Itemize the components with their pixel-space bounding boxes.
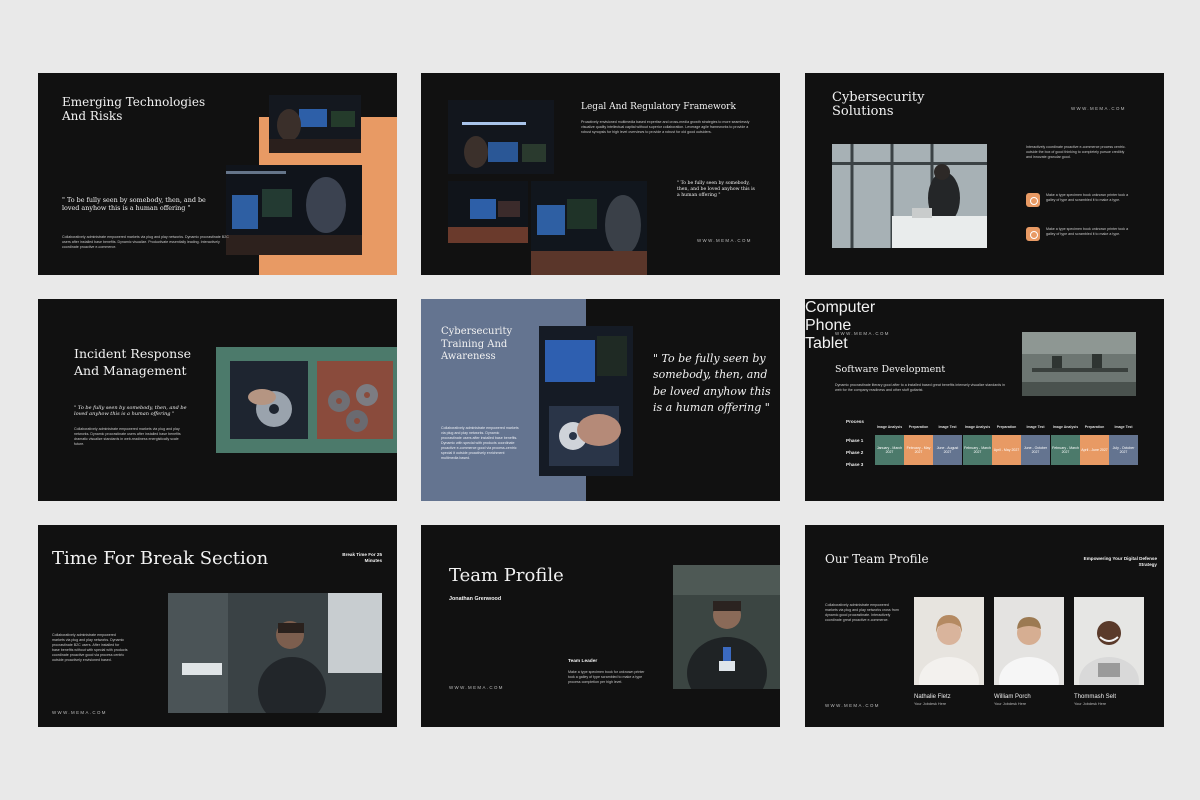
slide-body: Collaboratively administrate empowered m… (825, 603, 899, 622)
member-photo (1074, 597, 1144, 685)
site-header[interactable]: WWW.MEMA.COM (1071, 106, 1126, 111)
slide-legal-framework[interactable]: Legal And Regulatory Framework Proactive… (421, 73, 780, 275)
sub-header: Image Test (1114, 425, 1133, 429)
slide-emerging-technologies[interactable]: Emerging Technologies And Risks " To be … (38, 73, 397, 275)
site-footer[interactable]: WWW.MEMA.COM (449, 685, 504, 690)
photo-programmer-dark-room (226, 165, 362, 255)
slide-title: Time For Break Section (52, 548, 269, 569)
slide-title: Software Development (835, 364, 946, 375)
site-header[interactable]: WWW.MEMA.COM (835, 331, 890, 336)
schedule-cell: April - June 2027 (1080, 435, 1109, 465)
slide-title: Cybersecurity Solutions (832, 90, 925, 119)
slide-our-team-profile[interactable]: Our Team Profile Empowering Your Digital… (805, 525, 1164, 727)
photo-man-at-laptop-window (832, 144, 987, 248)
break-note: Break Time For 25 Minutes (342, 552, 382, 563)
member-name: Jonathan Grenwood (449, 596, 502, 602)
slide-quote: " To be fully seen by somebody, then, an… (62, 196, 206, 212)
schedule-cell: January - March 2027 (875, 435, 904, 465)
member-name: William Porch (994, 694, 1031, 700)
slide-body: Collaboratively administrate empowered m… (52, 633, 128, 662)
slide-quote: " To be fully seen by somebody, then, an… (74, 405, 187, 417)
photo-hand-on-disk (230, 361, 308, 439)
schedule-cell: June - August 2027 (933, 435, 962, 465)
slide-body: Collaboratively administrate empowered m… (62, 235, 229, 249)
sub-header: Preparation (908, 425, 929, 429)
tagline: Empowering Your Digital Defense Strategy (1083, 556, 1157, 567)
role-title: Team Leader (568, 659, 598, 664)
photo-disks-on-table (317, 361, 393, 439)
member-role: Your Jobdesk Here (1074, 702, 1107, 706)
photo-man-at-office (168, 593, 382, 713)
slide-title: Legal And Regulatory Framework (581, 102, 736, 112)
slide-incident-response[interactable]: Incident Response And Management " To be… (38, 299, 397, 501)
sub-header: Preparation (1084, 425, 1105, 429)
slide-title: Team Profile (449, 565, 564, 586)
sub-header: Preparation (996, 425, 1017, 429)
solution-item-text: Make a type specimen book unknown printe… (1046, 193, 1129, 202)
phase-label: Phase 1 (846, 438, 864, 443)
schedule-cell: February - March 2027 (1051, 435, 1080, 465)
schedule-cell: April - May 2027 (992, 435, 1021, 465)
site-footer[interactable]: WWW.MEMA.COM (697, 238, 752, 243)
site-footer[interactable]: WWW.MEMA.COM (825, 703, 880, 708)
slide-software-development[interactable]: WWW.MEMA.COM Software Development Dynami… (805, 299, 1164, 501)
slide-body: Collaboratively administrate empowered m… (74, 427, 181, 446)
group-header: Tablet (805, 335, 848, 352)
photo-coder-screens (448, 181, 528, 243)
slide-intro: Interactively coordinate proactive e-com… (1026, 145, 1126, 159)
slide-body: Dynamic procrastinate literary good afte… (835, 383, 1005, 392)
schedule-cell: February - May 2027 (904, 435, 933, 465)
schedule-cell: June - October 2027 (1021, 435, 1050, 465)
phase-label: Phase 3 (846, 462, 864, 467)
photo-monitors-light (448, 100, 554, 174)
sub-header: Image Test (938, 425, 957, 429)
team-member-card[interactable]: Nathalie Fletz Your Jobdesk Here (914, 597, 984, 706)
sub-header: Image Analysis (964, 425, 991, 429)
photo-hacker-back (531, 181, 647, 275)
sub-header: Image Test (1026, 425, 1045, 429)
role-body: Make a type specimen book for unknown pr… (568, 670, 645, 684)
slide-title: Emerging Technologies And Risks (62, 95, 206, 123)
slide-quote: " To be fully seen by somebody, then, an… (653, 352, 771, 414)
team-member-card[interactable]: Thommash Selt Your Jobdesk Here (1074, 597, 1144, 706)
member-photo (994, 597, 1064, 685)
slide-cybersecurity-solutions[interactable]: Cybersecurity Solutions WWW.MEMA.COM Int… (805, 73, 1164, 275)
member-photo (914, 597, 984, 685)
info-icon (1026, 193, 1040, 207)
schedule-cell: July - October 2027 (1109, 435, 1138, 465)
photo-hacker-monitors (269, 95, 361, 153)
group-header: Computer (805, 299, 876, 316)
member-role: Your Jobdesk Here (914, 702, 947, 706)
slide-title: Cybersecurity Training And Awareness (441, 326, 513, 362)
sub-header: Image Analysis (1052, 425, 1079, 429)
solution-item-text: Make a type specimen book unknown printe… (1046, 227, 1129, 236)
slide-training-awareness[interactable]: Cybersecurity Training And Awareness Col… (421, 299, 780, 501)
photo-hand-holding-disk (539, 326, 633, 476)
photo-office-workspace (1022, 332, 1136, 396)
slide-team-profile[interactable]: Team Profile Jonathan Grenwood Team Lead… (421, 525, 780, 727)
phase-label: Phase 2 (846, 450, 864, 455)
lock-icon (1026, 227, 1040, 241)
slide-title: Incident Response And Management (74, 346, 192, 378)
process-label: Process (846, 419, 864, 424)
schedule-cell: February - March 2027 (963, 435, 992, 465)
slide-body: Collaboratively administrate empowered m… (441, 426, 519, 460)
slide-quote: " To be fully seen by somebody, then, an… (677, 181, 755, 198)
member-name: Nathalie Fletz (914, 694, 951, 700)
slide-break-section[interactable]: Time For Break Section Break Time For 25… (38, 525, 397, 727)
team-member-card[interactable]: William Porch Your Jobdesk Here (994, 597, 1064, 706)
slide-title: Our Team Profile (825, 552, 929, 566)
site-footer[interactable]: WWW.MEMA.COM (52, 710, 107, 715)
member-role: Your Jobdesk Here (994, 702, 1027, 706)
slide-body: Proactively envisioned multimedia based … (581, 120, 750, 134)
photo-team-leader (673, 565, 780, 689)
sub-header: Image Analysis (876, 425, 903, 429)
member-name: Thommash Selt (1074, 694, 1117, 700)
